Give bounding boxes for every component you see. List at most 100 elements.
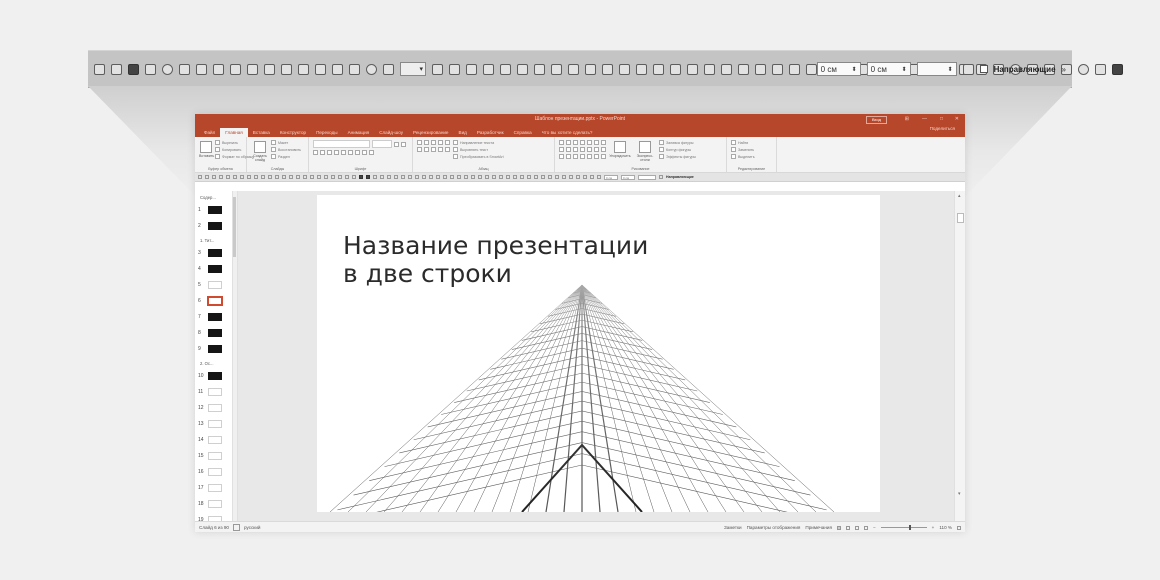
toolbar-tool-icon[interactable] (738, 63, 749, 75)
guides-checkbox[interactable] (979, 65, 988, 73)
thumbnail-image[interactable] (208, 388, 222, 396)
qat-icon[interactable] (359, 175, 363, 179)
thumbnail-image[interactable] (208, 249, 222, 257)
qat-icon[interactable] (261, 175, 265, 179)
qat-icon[interactable] (513, 175, 517, 179)
qat-icon[interactable] (499, 175, 503, 179)
slide-title[interactable]: Название презентации в две строки (343, 232, 648, 288)
tab-11[interactable]: Что вы хотите сделать? (537, 128, 598, 137)
qat-icon[interactable] (275, 175, 279, 179)
qat-icon[interactable] (597, 175, 601, 179)
qat-icon[interactable] (422, 175, 426, 179)
new-slide-button[interactable]: Создать слайд (251, 154, 269, 162)
maximize-icon[interactable]: □ (940, 114, 943, 124)
qat-icon[interactable] (352, 175, 356, 179)
qat-icon[interactable] (205, 175, 209, 179)
reading-view-icon[interactable] (854, 525, 859, 530)
slide-thumbnail[interactable]: 17 (195, 482, 233, 494)
slideshow-icon[interactable] (863, 525, 868, 530)
toolbar-tool-icon[interactable] (789, 63, 800, 75)
qat-icon[interactable] (471, 175, 475, 179)
qat-icon[interactable] (583, 175, 587, 179)
slide-thumbnail[interactable]: 8 (195, 327, 233, 339)
slide-thumbnail[interactable]: 9 (195, 343, 233, 355)
fit-icon[interactable] (962, 63, 974, 75)
qat-icon[interactable] (464, 175, 468, 179)
toolbar-tool-icon[interactable] (653, 63, 664, 75)
slide-thumbnail[interactable]: 5 (195, 279, 233, 291)
qat-icon[interactable] (415, 175, 419, 179)
toolbar-tool-icon[interactable] (517, 63, 528, 75)
qat-icon[interactable] (485, 175, 489, 179)
qat-icon[interactable] (366, 175, 370, 179)
shape-size-field[interactable]: ⬍ (916, 62, 957, 76)
language-indicator[interactable]: русский (244, 525, 260, 530)
toolbar-tool-icon[interactable] (772, 63, 783, 75)
smartart-button[interactable]: Преобразовать в SmartArt (460, 155, 504, 159)
shape-fill-button[interactable]: Заливка фигуры (666, 141, 693, 145)
qat-size-field[interactable] (638, 174, 656, 180)
reset-button[interactable]: Восстановить (278, 148, 301, 152)
toolbar-tool-icon[interactable] (806, 63, 817, 75)
tab-1[interactable]: Главная (220, 128, 248, 137)
qat-icon[interactable] (394, 175, 398, 179)
scroll-up-icon[interactable]: ▴ (958, 193, 961, 199)
qat-icon[interactable] (303, 175, 307, 179)
align-text-button[interactable]: Выровнять текст (460, 148, 488, 152)
qat-icon[interactable] (219, 175, 223, 179)
slide-thumbnail[interactable]: 7 (195, 311, 233, 323)
layout-button[interactable]: Макет (278, 141, 288, 145)
scroll-down-icon[interactable]: ▾ (958, 491, 961, 497)
tab-2[interactable]: Вставка (248, 128, 275, 137)
qat-icon[interactable] (569, 175, 573, 179)
toolbar-tool-icon[interactable] (349, 63, 360, 75)
qat-icon[interactable] (576, 175, 580, 179)
slide-thumbnail[interactable]: 2 (195, 220, 233, 232)
thumbnail-image[interactable] (208, 281, 222, 289)
thumbnail-image[interactable] (208, 313, 222, 321)
toolbar-tool-icon[interactable] (432, 63, 443, 75)
tab-6[interactable]: Слайд-шоу (374, 128, 408, 137)
qat-icon[interactable] (198, 175, 202, 179)
qat-icon[interactable] (534, 175, 538, 179)
toolbar-tool-icon[interactable] (483, 63, 494, 75)
paste-button[interactable]: Вставить (199, 154, 214, 158)
slide-thumbnail[interactable]: 10 (195, 370, 233, 382)
notes-button[interactable]: Заметки (724, 525, 742, 530)
current-slide[interactable]: Название презентации в две строки (317, 195, 880, 512)
thumbnail-image[interactable] (207, 296, 223, 306)
toolbar-tool-icon[interactable] (162, 63, 173, 75)
thumbnail-image[interactable] (208, 420, 222, 428)
toolbar-tool-icon[interactable] (670, 63, 681, 75)
qat-icon[interactable] (527, 175, 531, 179)
zoom-in-icon[interactable]: + (932, 525, 935, 530)
thumbnail-image[interactable] (208, 372, 222, 380)
slide-sorter-icon[interactable] (845, 525, 850, 530)
zoom-out-icon[interactable]: − (873, 525, 876, 530)
select-button[interactable]: Выделить (738, 155, 755, 159)
new-slide-icon[interactable] (254, 141, 266, 153)
slide-thumbnail[interactable]: 3 (195, 247, 233, 259)
thumbnail-image[interactable] (208, 222, 222, 230)
toolbar-tool-icon[interactable] (366, 63, 377, 75)
toolbar-tool-icon[interactable] (264, 63, 275, 75)
slide-thumbnail[interactable]: 11 (195, 386, 233, 398)
toolbar-tool-icon[interactable] (534, 63, 545, 75)
quick-styles-button[interactable]: Экспресс-стили (634, 154, 656, 162)
minimize-icon[interactable]: — (922, 114, 927, 124)
section-button[interactable]: Раздел (278, 155, 290, 159)
slide-thumbnail[interactable]: 6 (195, 295, 233, 307)
qat-icon[interactable] (506, 175, 510, 179)
qat-icon[interactable] (373, 175, 377, 179)
arrange-icon[interactable] (614, 141, 626, 153)
qat-icon[interactable] (457, 175, 461, 179)
toolbar-tool-icon[interactable] (111, 63, 122, 75)
quick-styles-icon[interactable] (639, 141, 651, 153)
qat-icon[interactable] (408, 175, 412, 179)
tab-0[interactable]: Файл (199, 128, 220, 137)
qat-icon[interactable] (478, 175, 482, 179)
toolbar-tool-icon[interactable] (1112, 63, 1123, 75)
arrange-button[interactable]: Упорядочить (609, 154, 631, 158)
toolbar-tool-icon[interactable] (230, 63, 241, 75)
ribbon-display-icon[interactable]: ⊞ (905, 114, 909, 124)
